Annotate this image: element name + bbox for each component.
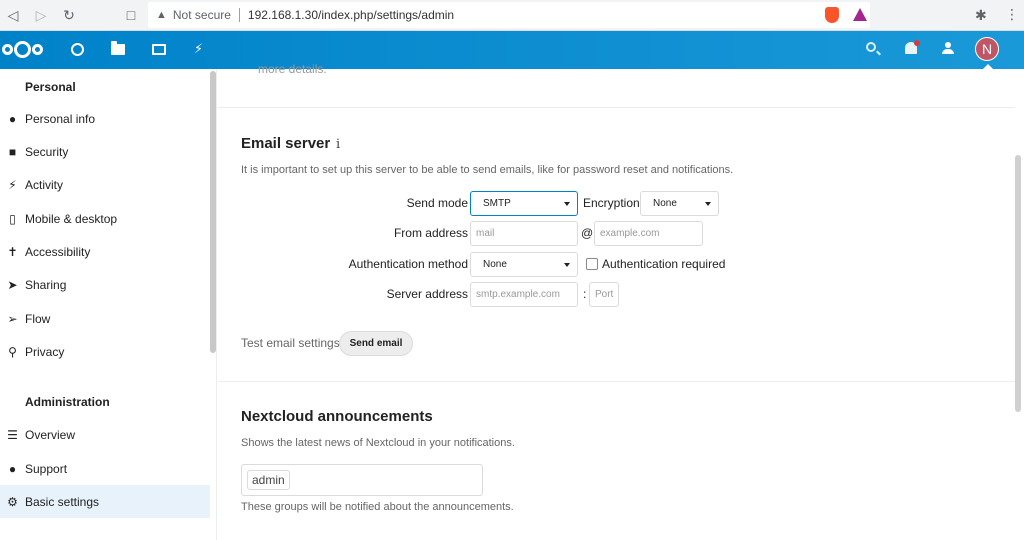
send-email-button[interactable]: Send email [339,331,413,356]
groups-select[interactable]: admin [241,464,483,496]
bolt-icon: ⚡ [8,177,17,192]
gear-icon: ⚙ [7,494,18,509]
encryption-value: None [653,198,677,209]
chevron-down-icon [705,202,711,206]
server-address-input[interactable]: smtp.example.com [470,282,578,307]
back-arrow-icon[interactable]: ◁ [2,4,24,26]
warning-icon: ▲ [156,9,167,21]
port-input[interactable]: Port [589,282,619,307]
sidebar-item-label: Mobile & desktop [25,211,118,226]
sidebar-item-label: Security [25,144,69,159]
sidebar-item-basic-settings[interactable]: ⚙ Basic settings [0,485,210,518]
encryption-select[interactable]: None [640,191,719,216]
browser-menu-icon[interactable]: ⋮ [1005,6,1019,23]
share-icon: ➤ [7,277,18,292]
reload-icon[interactable]: ↻ [58,4,80,26]
at-symbol: @ [581,226,594,240]
sidebar-item-label: Flow [25,311,51,326]
sidebar-item-label: Accessibility [25,244,91,259]
sidebar-item-overview[interactable]: ☰ Overview [0,418,210,451]
test-email-label: Test email settings [241,336,340,350]
sidebar-item-support[interactable]: ● Support [0,452,210,485]
files-folder-icon[interactable] [111,41,125,55]
send-mode-label: Send mode [406,196,468,210]
auth-method-select[interactable]: None [470,252,578,277]
sidebar-item-label: Personal info [25,111,96,126]
settings-content: more details. Email server i It is impor… [218,62,1024,540]
list-icon: ☰ [7,427,18,442]
bookmark-icon[interactable]: □ [120,4,142,26]
sidebar-item-privacy[interactable]: ⚲ Privacy [0,335,210,368]
activity-bolt-icon[interactable]: ⚡ [194,41,203,57]
url-text[interactable]: 192.168.1.30/index.php/settings/admin [248,8,454,22]
content-scrollbar[interactable] [1015,155,1021,412]
chevron-down-icon [564,202,570,206]
flow-icon: ➢ [7,311,18,326]
sidebar-item-sharing[interactable]: ➤ Sharing [0,268,210,301]
not-secure-label[interactable]: Not secure [173,8,231,22]
section-divider [218,381,1015,382]
forward-arrow-icon[interactable]: ▷ [30,4,52,26]
phone-icon: ▯ [9,211,16,226]
group-tag-admin[interactable]: admin [247,470,290,490]
sidebar-item-label: Activity [25,177,64,192]
sidebar-item-label: Overview [25,427,76,442]
sidebar-item-flow[interactable]: ➢ Flow [0,302,210,335]
avatar[interactable]: N [975,37,999,61]
sidebar-heading-administration: Administration [25,395,110,409]
from-address-label: From address [393,226,468,240]
photos-icon[interactable] [152,44,166,55]
notifications-bell-icon[interactable] [905,40,920,54]
sidebar-item-label: Basic settings [25,494,100,509]
sidebar-scrollbar[interactable] [210,71,216,353]
sidebar-item-accessibility[interactable]: ✝ Accessibility [0,235,210,268]
auth-method-label: Authentication method [348,257,468,271]
send-mode-value: SMTP [483,198,511,209]
auth-required-label[interactable]: Authentication required [602,257,725,271]
browser-toolbar: ◁ ▷ ↻ □ ▲ Not secure 192.168.1.30/index.… [0,0,1024,31]
search-icon[interactable] [866,42,876,52]
sidebar-item-activity[interactable]: ⚡ Activity [0,168,210,201]
sidebar-item-security[interactable]: ■ Security [0,135,210,168]
sidebar-item-label: Privacy [25,344,65,359]
encryption-label: Encryption [583,196,640,210]
lock-icon: ■ [8,144,17,159]
from-address-input[interactable]: mail [470,221,578,246]
contacts-icon[interactable] [942,42,954,54]
brave-rewards-icon[interactable] [853,8,867,21]
sidebar-item-label: Sharing [25,277,67,292]
app-header: ⚡ N [0,31,1024,69]
settings-sidebar: Personal ● Personal info ■ Security ⚡ Ac… [0,69,217,540]
accessibility-icon: ✝ [7,244,18,259]
sidebar-item-personal-info[interactable]: ● Personal info [0,102,210,135]
url-divider [238,8,240,22]
dashboard-icon[interactable] [71,43,84,56]
more-details-link[interactable]: more details. [258,62,327,76]
email-server-title: Email server [241,135,331,152]
info-icon[interactable]: i [336,137,340,152]
server-address-label: Server address [386,287,468,301]
section-divider [218,107,1015,108]
sidebar-item-mobile-desktop[interactable]: ▯ Mobile & desktop [0,202,210,235]
brave-shield-icon[interactable] [825,7,839,23]
address-bar[interactable]: ▲ Not secure 192.168.1.30/index.php/sett… [148,2,870,28]
announcements-description: Shows the latest news of Nextcloud in yo… [241,437,515,449]
email-server-description: It is important to set up this server to… [241,164,734,176]
auth-method-value: None [483,259,507,270]
domain-input[interactable]: example.com [594,221,703,246]
colon-symbol: : [583,287,587,301]
nextcloud-logo-icon[interactable] [2,41,43,58]
speech-bubble-icon: ● [8,461,17,476]
announcements-title: Nextcloud announcements [241,408,433,425]
sidebar-heading-personal: Personal [25,80,76,94]
sidebar-item-label: Support [25,461,68,476]
send-mode-select[interactable]: SMTP [470,191,578,216]
announcements-footer: These groups will be notified about the … [241,501,514,513]
user-icon: ● [8,111,17,126]
extensions-icon[interactable]: ✱ [975,7,987,24]
key-icon: ⚲ [8,344,17,359]
chevron-down-icon [564,263,570,267]
auth-required-checkbox[interactable] [586,258,598,270]
